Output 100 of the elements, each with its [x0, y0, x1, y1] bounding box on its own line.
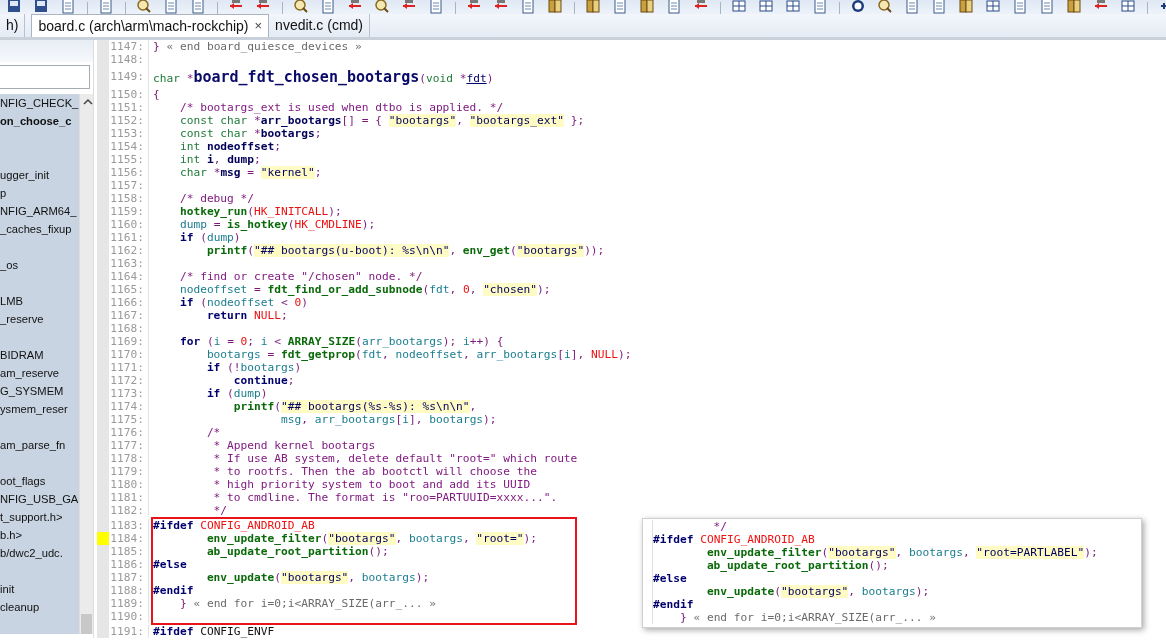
toolbar-icon[interactable] [639, 0, 655, 14]
line-number: 1170: [109, 348, 149, 361]
code-line: #endif [153, 584, 194, 597]
line-number: 1153: [109, 127, 149, 140]
code-line: env_update("bootargs", bootargs); [205, 571, 430, 584]
line-number: 1162: [109, 244, 149, 257]
code-line: /* bootargs_ext is used when dtbo is applied. */ [178, 101, 504, 114]
line-number: 1191: [109, 625, 149, 638]
sidebar-item[interactable]: ysmem_reser [0, 400, 79, 418]
scroll-up-icon[interactable] [83, 98, 93, 106]
line-number: 1148: [109, 53, 149, 66]
code-line: #ifdef CONFIG_ANDROID_AB [653, 533, 815, 546]
line-number: 1161: [109, 231, 149, 244]
line-number: 1150: [109, 88, 149, 101]
code-line: if (dump) [178, 231, 241, 244]
toolbar-icon[interactable] [785, 0, 801, 14]
code-line: const char *bootargs; [178, 127, 322, 140]
code-line: if (nodeoffset < 0) [178, 296, 308, 309]
code-line: */ [712, 520, 728, 533]
line-number: 1175: [109, 413, 149, 426]
line-number: 1171: [109, 361, 149, 374]
sidebar-item[interactable]: on_choose_c [0, 112, 79, 130]
code-line: } « end for i=0;i<ARRAY_SIZE(arr_... » [678, 611, 936, 624]
line-number: 1151: [109, 101, 149, 114]
code-line: const char *arr_bootargs[] = { "bootargs", "bootargs_ext" }; [178, 114, 585, 127]
toolbar-icon[interactable] [6, 0, 22, 14]
sidebar-item[interactable]: cleanup [0, 598, 79, 616]
code-line: /* [205, 426, 221, 439]
scrollbar[interactable] [79, 94, 93, 634]
line-number: 1154: [109, 140, 149, 153]
line-number: 1179: [109, 465, 149, 478]
code-line: return NULL; [205, 309, 288, 322]
sidebar-item[interactable]: am_reserve [0, 364, 79, 382]
code-line: hotkey_run(HK_INITCALL); [178, 205, 342, 218]
code-line: printf("## bootargs(%s-%s): %s\n\n", [232, 400, 477, 413]
sidebar-item[interactable]: NFIG_CHECK_ [0, 94, 79, 112]
line-number: 1190: [109, 610, 149, 623]
code-line: #ifdef CONFIG_ANDROID_AB [153, 519, 315, 532]
sidebar-item[interactable]: NFIG_ARM64_ [0, 202, 79, 220]
toolbar-icon[interactable] [985, 0, 1001, 14]
toolbar-icon[interactable] [33, 0, 49, 14]
sidebar-item[interactable]: _caches_fixup [0, 220, 79, 238]
sidebar-item[interactable]: _os [0, 256, 79, 274]
line-number: 1187: [109, 571, 149, 584]
line-number: 1188: [109, 584, 149, 597]
code-line: dump = is_hotkey(HK_CMDLINE); [178, 218, 376, 231]
close-button[interactable]: × [254, 16, 263, 36]
code-line: env_update_filter("bootargs", bootargs, "root=PARTLABEL"); [706, 546, 1098, 559]
line-number: 1163: [109, 257, 149, 270]
toolbar-icon[interactable] [958, 0, 974, 14]
toolbar-icon[interactable] [758, 0, 774, 14]
sidebar-item[interactable]: NFIG_USB_GA [0, 490, 79, 508]
sidebar-item[interactable]: oot_flags [0, 472, 79, 490]
line-number: 1183: [109, 519, 149, 532]
sidebar-item[interactable]: b/dwc2_udc. [0, 544, 79, 562]
sidebar-item[interactable]: t_support.h> [0, 508, 79, 526]
toolbar-icon[interactable] [877, 0, 893, 14]
sidebar-item[interactable]: init [0, 580, 79, 598]
line-number: 1160: [109, 218, 149, 231]
code-line: nodeoffset = fdt_find_or_add_subnode(fdt, 0, "chosen"); [178, 283, 551, 296]
code-line: * If use AB system, delete default "root=" which route [212, 452, 578, 465]
toolbar-icon[interactable] [293, 0, 309, 14]
line-number: 1173: [109, 387, 149, 400]
line-number: 1168: [109, 322, 149, 335]
search-field[interactable] [0, 65, 90, 89]
sidebar-item[interactable]: ugger_init [0, 166, 79, 184]
toolbar-icon[interactable] [731, 0, 747, 14]
toolbar-icon[interactable] [547, 0, 563, 14]
line-number: 1185: [109, 545, 149, 558]
code-line: { [153, 88, 160, 101]
line-number: 1172: [109, 374, 149, 387]
toolbar-icon[interactable] [374, 0, 390, 14]
sidebar-item[interactable]: p [0, 184, 79, 202]
toolbar-icon[interactable] [1066, 0, 1082, 14]
sidebar-item[interactable]: am_parse_fn [0, 436, 79, 454]
line-number: 1159: [109, 205, 149, 218]
code-line: * Append kernel bootargs [212, 439, 376, 452]
toolbar-icon[interactable] [1120, 0, 1136, 14]
code-line: ab_update_root_partition(); [205, 545, 389, 558]
sidebar-item[interactable]: BIDRAM [0, 346, 79, 364]
line-number: 1158: [109, 192, 149, 205]
code-line: #else [653, 572, 687, 585]
toolbar-icon[interactable] [585, 0, 601, 14]
sidebar-item[interactable]: LMB [0, 292, 79, 310]
file-tab[interactable]: h) [0, 14, 26, 37]
sidebar-item[interactable]: G_SYSMEM [0, 382, 79, 400]
sidebar-item[interactable]: b.h> [0, 526, 79, 544]
toolbar-icon[interactable] [850, 0, 866, 14]
toolbar-icon[interactable] [136, 0, 152, 14]
line-number: 1176: [109, 426, 149, 439]
sidebar-item[interactable]: _reserve [0, 310, 79, 328]
file-tab[interactable]: nvedit.c (cmd) [269, 14, 371, 37]
code-line: #ifdef CONFIG_ENVF [153, 625, 275, 638]
scroll-thumb[interactable] [81, 614, 92, 634]
line-number: 1149: [109, 66, 149, 88]
code-line: #else [153, 558, 187, 571]
code-line: env_update_filter("bootargs", bootargs, "root="); [206, 532, 537, 545]
code-line: continue; [232, 374, 295, 387]
line-number: 1147: [109, 40, 149, 53]
line-number: 1155: [109, 153, 149, 166]
